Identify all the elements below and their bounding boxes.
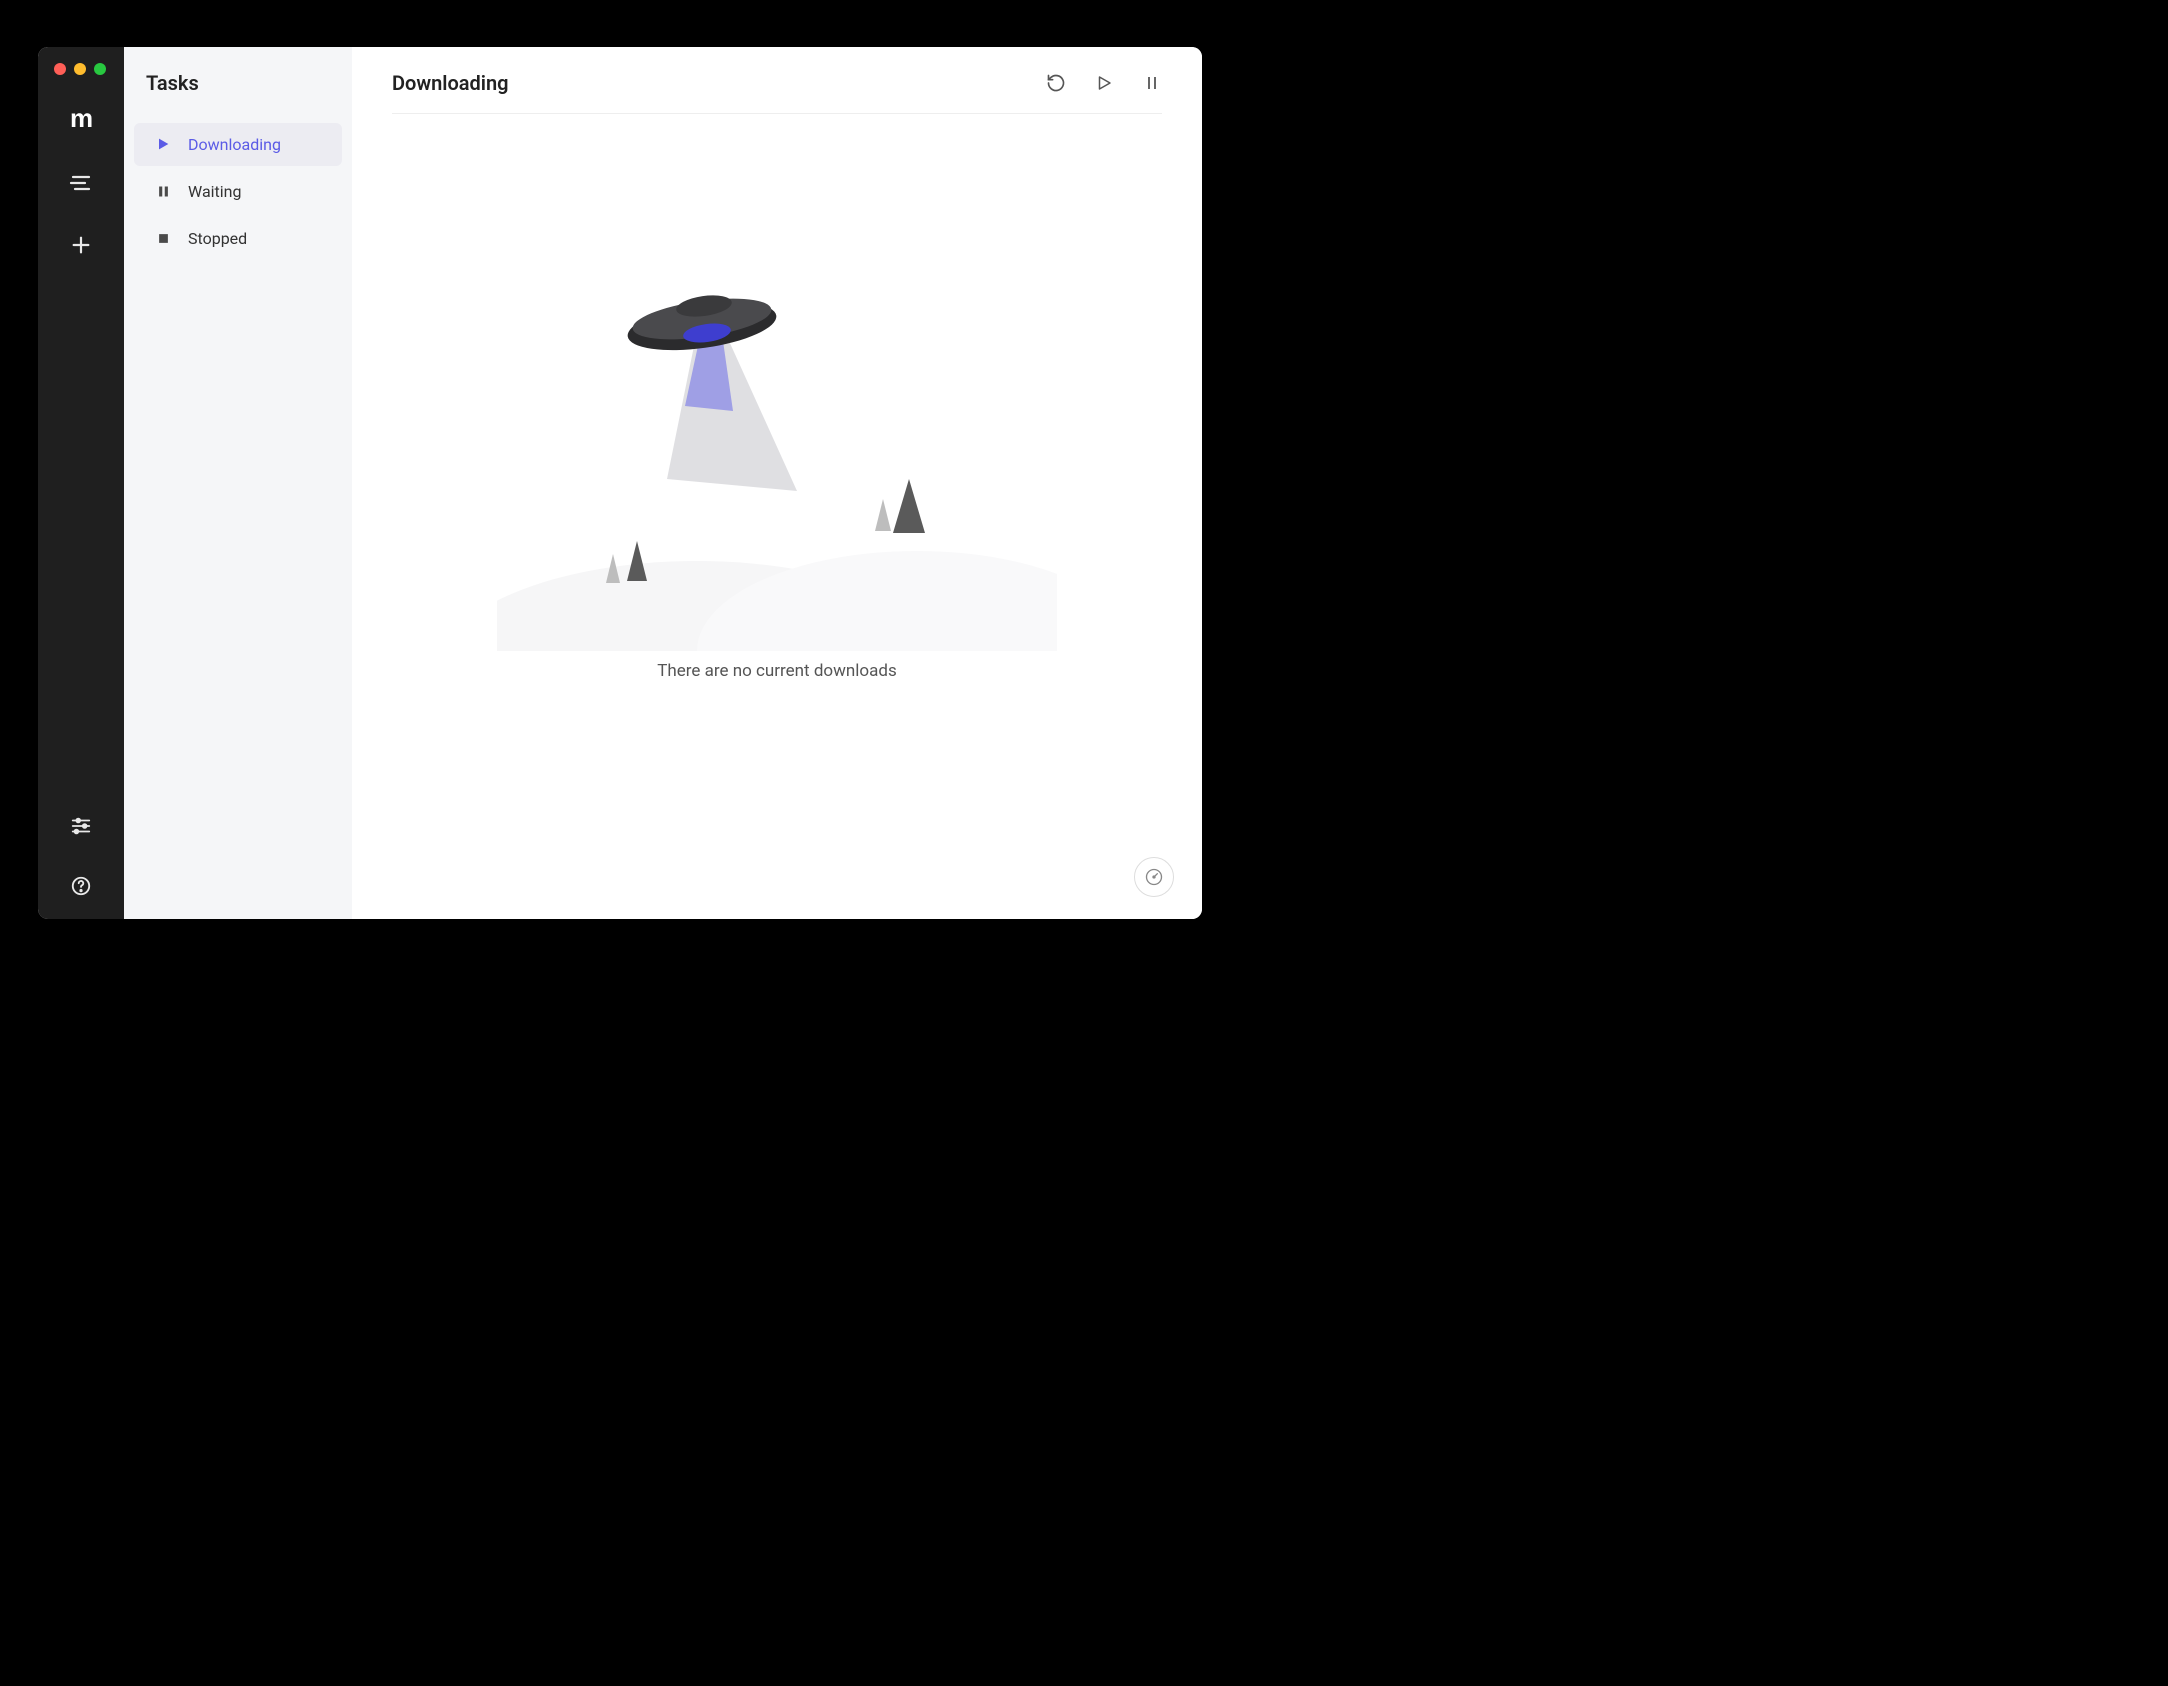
pause-icon — [154, 182, 172, 200]
task-sidebar: Tasks Downloading Waiting Stopped — [124, 47, 352, 919]
close-window-button[interactable] — [54, 63, 66, 75]
minimize-window-button[interactable] — [74, 63, 86, 75]
sidebar-item-label: Waiting — [188, 182, 241, 201]
ufo-illustration — [497, 271, 1057, 651]
empty-message: There are no current downloads — [657, 661, 896, 681]
fullscreen-window-button[interactable] — [94, 63, 106, 75]
app-window: m Tasks Downloading — [38, 47, 1202, 919]
speed-meter-button[interactable] — [1134, 857, 1174, 897]
left-rail: m — [38, 47, 124, 919]
sidebar-item-label: Stopped — [188, 229, 247, 248]
settings-icon[interactable] — [68, 813, 94, 839]
sidebar-item-stopped[interactable]: Stopped — [134, 217, 342, 260]
sidebar-item-downloading[interactable]: Downloading — [134, 123, 342, 166]
resume-all-icon[interactable] — [1094, 73, 1114, 93]
empty-state: There are no current downloads — [392, 114, 1162, 919]
main-panel: Downloading — [352, 47, 1202, 919]
tasks-nav-icon[interactable] — [68, 170, 94, 196]
sidebar-item-label: Downloading — [188, 135, 281, 154]
sidebar-item-waiting[interactable]: Waiting — [134, 170, 342, 213]
sidebar-title: Tasks — [124, 71, 352, 95]
toolbar-actions — [1046, 73, 1162, 93]
play-icon — [154, 135, 172, 153]
pause-all-icon[interactable] — [1142, 73, 1162, 93]
add-task-icon[interactable] — [68, 232, 94, 258]
help-icon[interactable] — [68, 873, 94, 899]
refresh-icon[interactable] — [1046, 73, 1066, 93]
main-header: Downloading — [392, 71, 1162, 114]
stop-icon — [154, 229, 172, 247]
app-logo: m — [70, 103, 92, 134]
window-controls — [54, 63, 106, 75]
page-title: Downloading — [392, 71, 509, 95]
